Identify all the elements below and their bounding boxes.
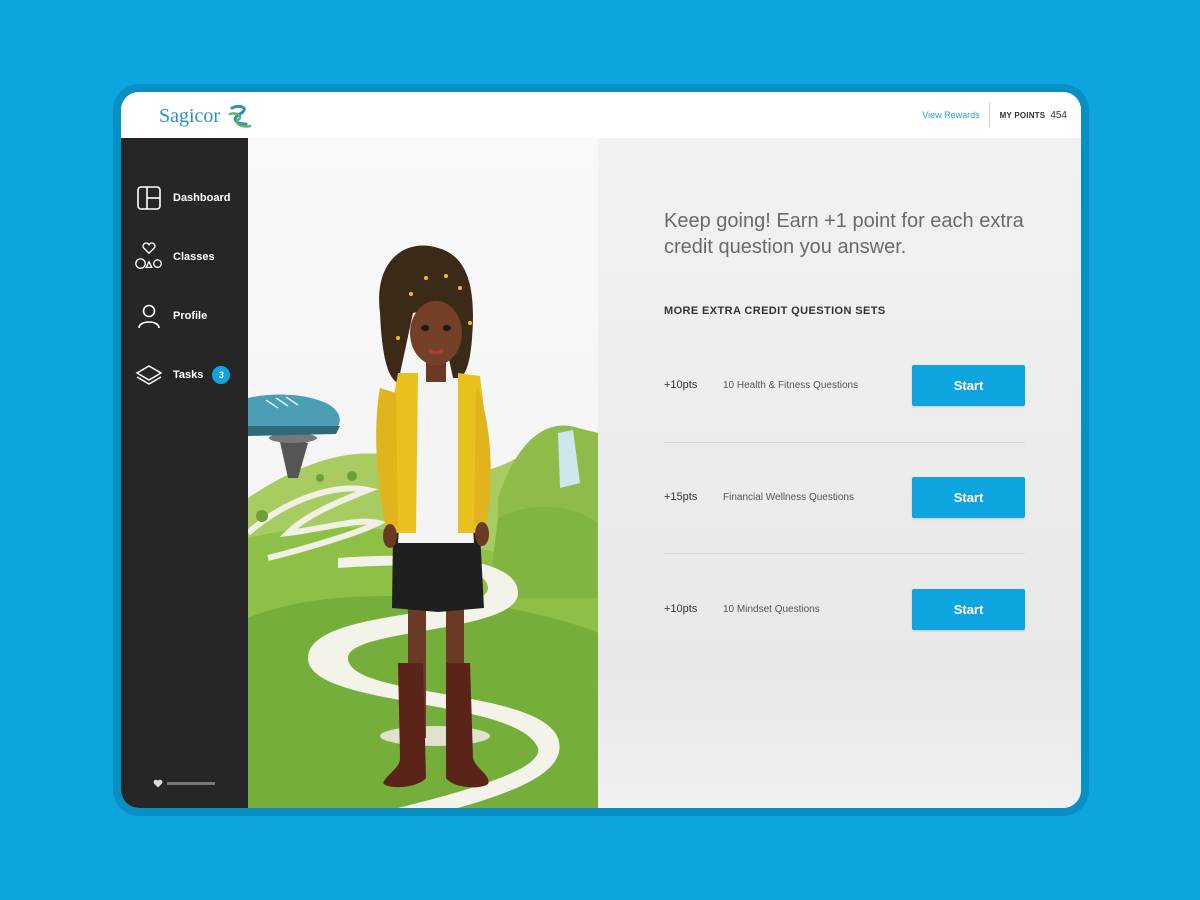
my-points-value: 454 bbox=[1050, 109, 1067, 121]
header-divider bbox=[988, 103, 990, 127]
profile-icon bbox=[133, 300, 165, 332]
powered-by bbox=[153, 779, 215, 788]
view-rewards-link[interactable]: View Rewards bbox=[922, 110, 979, 120]
question-set-name: 10 Health & Fitness Questions bbox=[723, 379, 859, 391]
question-set-name: Financial Wellness Questions bbox=[723, 491, 854, 503]
question-set-points: +10pts bbox=[664, 603, 698, 615]
question-set-name: 10 Mindset Questions bbox=[723, 603, 820, 615]
sidebar-item-dashboard[interactable]: Dashboard bbox=[133, 181, 230, 215]
header-right: View Rewards MY POINTS 454 bbox=[922, 92, 1067, 138]
top-bar: Sagicor View Rewards MY POINTS 454 bbox=[121, 92, 1081, 139]
section-title: MORE EXTRA CREDIT QUESTION SETS bbox=[664, 305, 886, 317]
question-set-row: +15pts Financial Wellness Questions Star… bbox=[664, 476, 1025, 518]
row-divider bbox=[664, 442, 1025, 443]
question-set-points: +10pts bbox=[664, 379, 698, 391]
classes-icon bbox=[133, 241, 165, 273]
avatar-illustration bbox=[248, 245, 598, 808]
start-button[interactable]: Start bbox=[912, 588, 1025, 630]
question-set-points: +15pts bbox=[664, 491, 698, 503]
sidebar-item-label: Tasks bbox=[173, 369, 204, 381]
tasks-badge: 3 bbox=[212, 366, 231, 384]
powered-by-text-mark bbox=[167, 782, 215, 785]
sidebar-item-tasks[interactable]: Tasks 3 bbox=[133, 358, 231, 392]
question-set-row: +10pts 10 Mindset Questions Start bbox=[664, 588, 1025, 630]
sagicor-logo-mark-icon bbox=[228, 104, 252, 128]
sagicor-logo[interactable]: Sagicor bbox=[159, 102, 254, 130]
start-button[interactable]: Start bbox=[912, 476, 1025, 518]
sidebar-item-label: Profile bbox=[173, 310, 208, 322]
row-divider bbox=[664, 553, 1025, 554]
sidebar-item-label: Classes bbox=[173, 251, 215, 263]
sidebar-item-classes[interactable]: Classes bbox=[133, 240, 215, 274]
app-screen: Sagicor View Rewards MY POINTS 454 Dashb… bbox=[121, 92, 1081, 808]
layers-icon bbox=[133, 359, 165, 391]
avatar-scene bbox=[248, 138, 598, 808]
my-points-label: MY POINTS bbox=[999, 110, 1046, 120]
question-set-row: +10pts 10 Health & Fitness Questions Sta… bbox=[664, 364, 1025, 406]
sidebar-item-profile[interactable]: Profile bbox=[133, 299, 207, 333]
extra-credit-panel: Keep going! Earn +1 point for each extra… bbox=[598, 138, 1081, 808]
heart-icon bbox=[153, 779, 163, 788]
sidebar: Dashboard Classes Profile Tasks 3 bbox=[121, 138, 248, 808]
dashboard-icon bbox=[133, 182, 165, 214]
sidebar-item-label: Dashboard bbox=[173, 192, 231, 204]
start-button[interactable]: Start bbox=[912, 364, 1025, 406]
headline: Keep going! Earn +1 point for each extra… bbox=[664, 210, 1024, 258]
logo-text: Sagicor bbox=[159, 104, 221, 127]
